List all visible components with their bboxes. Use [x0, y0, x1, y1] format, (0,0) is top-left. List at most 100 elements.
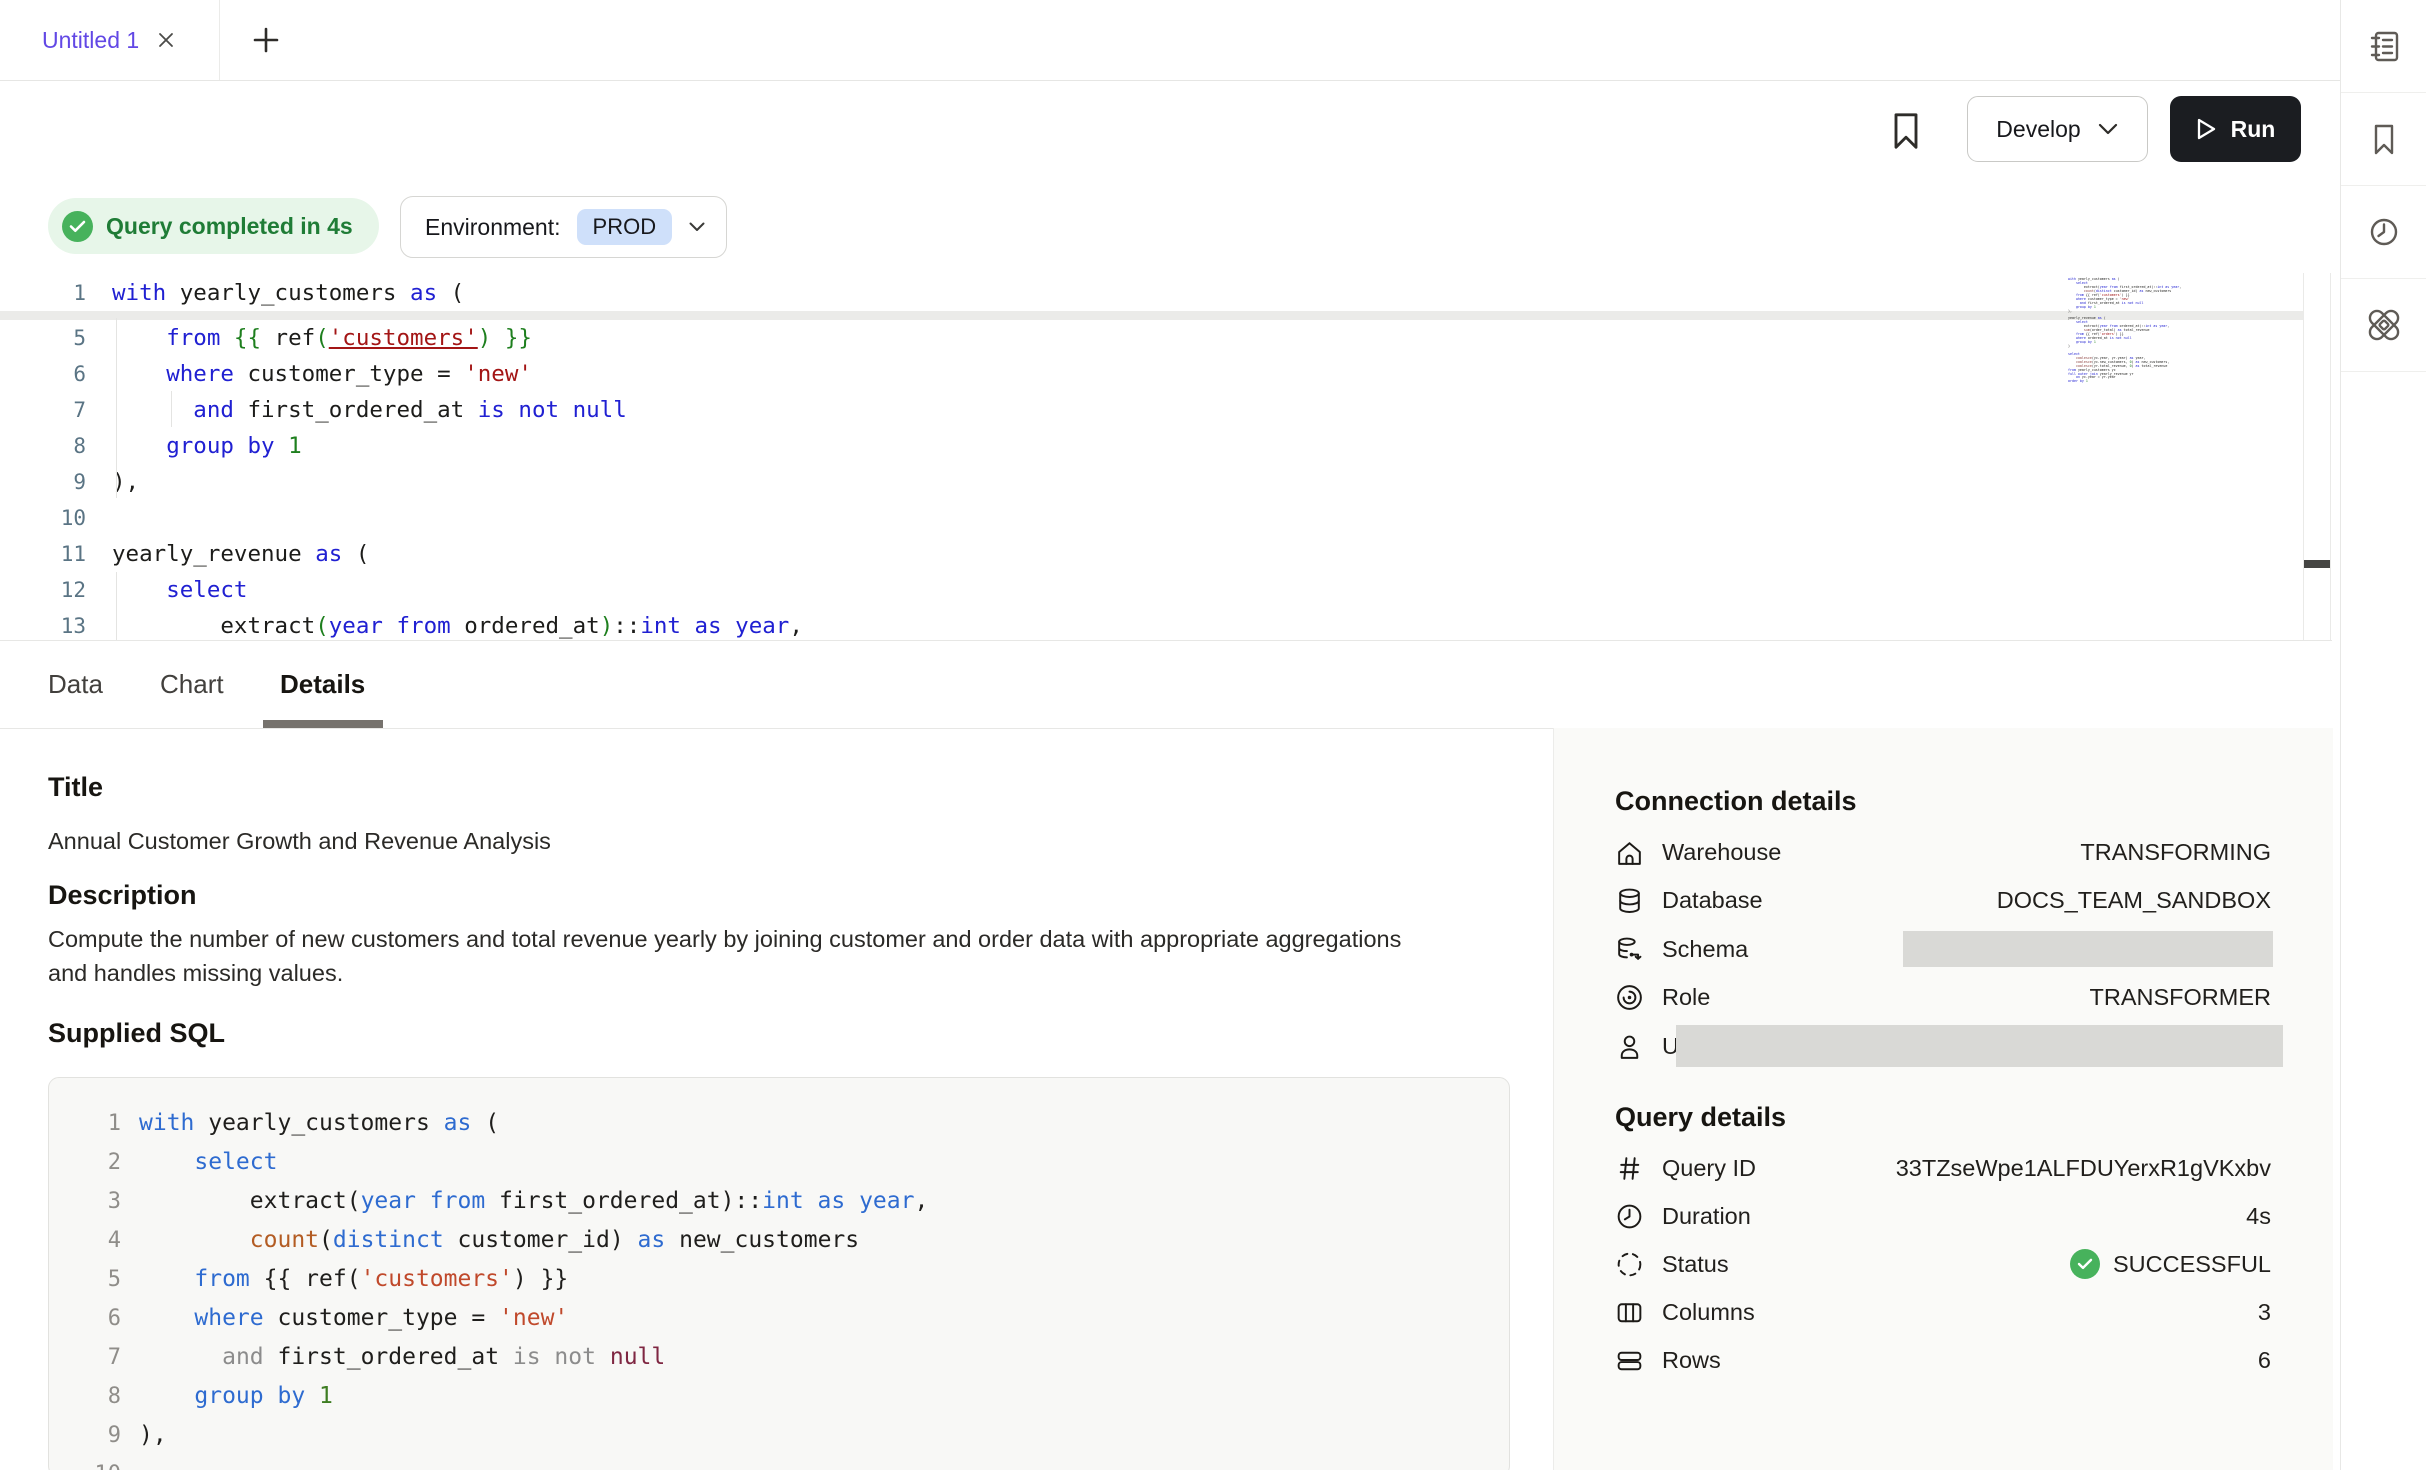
- line-number: 5: [49, 1260, 139, 1299]
- redacted-value: [1676, 1025, 2283, 1067]
- run-label: Run: [2231, 116, 2276, 143]
- detail-value: 3: [2258, 1299, 2271, 1326]
- line-number: 12: [0, 572, 112, 608]
- chevron-down-icon: [688, 221, 706, 233]
- run-button[interactable]: Run: [2170, 96, 2301, 162]
- check-circle-icon: [62, 211, 93, 242]
- query-row-duration: Duration4s: [1613, 1192, 2303, 1240]
- description-section-heading: Description: [48, 880, 197, 911]
- query-row-rows: Rows 6: [1613, 1336, 2303, 1384]
- sidebar-empty-area: [2341, 372, 2426, 1468]
- code-line: order by 1: [2068, 380, 2218, 384]
- environment-selector[interactable]: Environment: PROD: [400, 196, 727, 258]
- code-line: 2 select: [49, 1143, 1509, 1182]
- bookmark-button[interactable]: [1886, 108, 1926, 154]
- code-line: 3 extract(year from first_ordered_at)::i…: [49, 1182, 1509, 1221]
- detail-label: Duration: [1662, 1203, 1751, 1230]
- document-tab[interactable]: Untitled 1: [0, 0, 220, 80]
- connection-row-user: User: [1613, 1022, 2303, 1070]
- line-number: 11: [0, 536, 112, 572]
- notebook-icon: [2364, 26, 2404, 66]
- indent-guide: [116, 318, 117, 498]
- dbt-star-icon: [2363, 304, 2405, 346]
- new-tab-button[interactable]: [238, 0, 294, 80]
- query-row-status: StatusSUCCESSFUL: [1613, 1240, 2303, 1288]
- code-line: 13 extract(year from ordered_at)::int as…: [0, 608, 2330, 644]
- code-line: 6 where customer_type = 'new': [0, 356, 2330, 392]
- role-icon: [1614, 982, 1645, 1013]
- tab-details[interactable]: Details: [280, 641, 365, 727]
- sidebar-item-bookmarks[interactable]: [2341, 93, 2426, 186]
- detail-value: TRANSFORMING: [2080, 839, 2271, 866]
- sql-editor[interactable]: 1with yearly_customers as (5 from {{ ref…: [0, 273, 2330, 640]
- tab-data[interactable]: Data: [48, 641, 103, 727]
- code-line: 10: [0, 500, 2330, 536]
- code-line: 8 group by 1: [49, 1377, 1509, 1416]
- develop-dropdown-button[interactable]: Develop: [1967, 96, 2148, 162]
- columns-icon: [1614, 1297, 1645, 1328]
- detail-label: Schema: [1662, 936, 1748, 963]
- chevron-down-icon: [2097, 122, 2119, 136]
- line-number: 9: [49, 1416, 139, 1455]
- tab-bar: Untitled 1: [0, 0, 2340, 81]
- status-value: SUCCESSFUL: [2070, 1249, 2271, 1279]
- bookmark-icon: [2364, 119, 2404, 159]
- code-line: 10: [49, 1455, 1509, 1470]
- supplied-sql-lines: 1with yearly_customers as (2 select3 ext…: [49, 1104, 1509, 1470]
- sidebar-item-history[interactable]: [2341, 186, 2426, 279]
- details-side-panel: Connection details WarehouseTRANSFORMING…: [1553, 728, 2333, 1470]
- code-line: 7 and first_ordered_at is not null: [0, 392, 2330, 428]
- code-line: 7 and first_ordered_at is not null: [49, 1338, 1509, 1377]
- code-line: 8 group by 1: [0, 428, 2330, 464]
- detail-label: Warehouse: [1662, 839, 1781, 866]
- detail-label: Rows: [1662, 1347, 1721, 1374]
- line-number: 13: [0, 608, 112, 644]
- right-sidebar: [2340, 0, 2426, 1470]
- sidebar-item-dbt[interactable]: [2341, 279, 2426, 372]
- code-line: 9),: [0, 464, 2330, 500]
- line-number: 6: [49, 1299, 139, 1338]
- connection-row-warehouse: Warehouse TRANSFORMING: [1613, 828, 2303, 876]
- connection-row-schema: Schema: [1613, 925, 2303, 973]
- code-line: 1with yearly_customers as (: [0, 275, 2330, 311]
- code-line: 6 where customer_type = 'new': [49, 1299, 1509, 1338]
- detail-value: 6: [2258, 1347, 2271, 1374]
- status-text: SUCCESSFUL: [2113, 1251, 2271, 1278]
- code-line: 4 count(distinct customer_id) as new_cus…: [49, 1221, 1509, 1260]
- line-number: 9: [0, 464, 112, 500]
- query-details-heading: Query details: [1615, 1102, 1786, 1133]
- connection-row-database: DatabaseDOCS_TEAM_SANDBOX: [1613, 877, 2303, 925]
- scrollbar-thumb[interactable]: [2304, 560, 2330, 568]
- environment-value-chip: PROD: [577, 209, 673, 245]
- line-number: 1: [49, 1104, 139, 1143]
- line-number: 10: [49, 1455, 139, 1470]
- editor-lines: 1with yearly_customers as (5 from {{ ref…: [0, 273, 2330, 644]
- line-number: 8: [0, 428, 112, 464]
- close-icon[interactable]: [155, 29, 177, 51]
- supplied-sql-heading: Supplied SQL: [48, 1018, 225, 1049]
- query-status-text: Query completed in 4s: [106, 213, 353, 240]
- line-number: 1: [0, 275, 112, 311]
- document-tab-title: Untitled 1: [42, 27, 139, 54]
- sidebar-item-notebook[interactable]: [2341, 0, 2426, 93]
- tab-chart[interactable]: Chart: [160, 641, 224, 727]
- spinner-icon: [1614, 1249, 1645, 1280]
- query-status-pill: Query completed in 4s: [48, 198, 379, 254]
- editor-scrollbar[interactable]: [2303, 273, 2331, 640]
- editor-minimap[interactable]: with yearly_customers as ( select extrac…: [2068, 278, 2218, 384]
- line-number: 7: [49, 1338, 139, 1377]
- indent-guide: [171, 391, 172, 427]
- description-value: Compute the number of new customers and …: [48, 922, 1438, 990]
- code-line: 11yearly_revenue as (: [0, 536, 2330, 572]
- play-icon: [2196, 117, 2217, 141]
- query-row-columns: Columns3: [1613, 1288, 2303, 1336]
- connection-row-role: RoleTRANSFORMER: [1613, 974, 2303, 1022]
- detail-value: 33TZseWpe1ALFDUYerxR1gVKxbv: [1896, 1155, 2271, 1182]
- history-icon: [2364, 212, 2404, 252]
- clock-icon: [1614, 1201, 1645, 1232]
- detail-label: Query ID: [1662, 1155, 1756, 1182]
- plus-icon: [251, 25, 281, 55]
- folded-lines-indicator[interactable]: [0, 311, 2330, 320]
- develop-label: Develop: [1996, 116, 2080, 143]
- bookmark-icon: [1886, 108, 1926, 154]
